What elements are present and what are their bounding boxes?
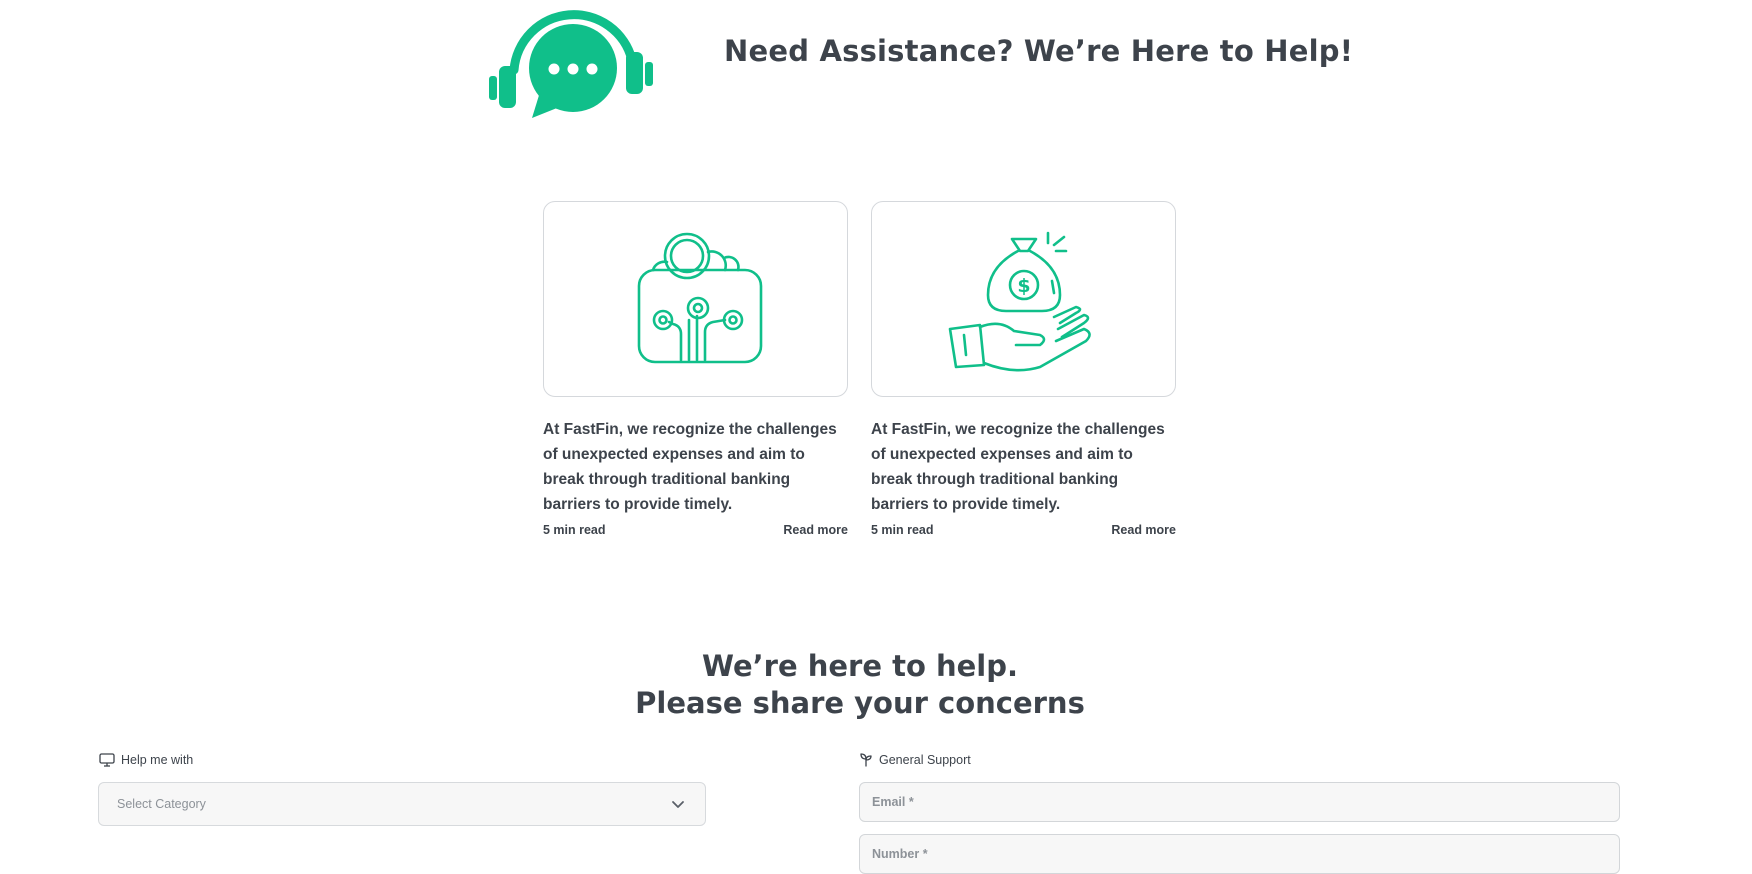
read-more-link[interactable]: Read more	[1111, 523, 1176, 537]
help-me-with-text: Help me with	[121, 753, 194, 767]
chevron-down-icon	[672, 800, 684, 808]
help-me-with-label: Help me with	[99, 753, 193, 767]
section-title-line-2: Please share your concerns	[635, 686, 1085, 720]
read-time: 5 min read	[871, 523, 934, 537]
card-image: $	[871, 201, 1176, 397]
email-field[interactable]	[859, 782, 1620, 822]
section-title: We’re here to help. Please share your co…	[0, 648, 1720, 722]
general-support-label: General Support	[859, 753, 971, 767]
section-title-line-1: We’re here to help.	[702, 649, 1018, 683]
card-description: At FastFin, we recognize the challenges …	[543, 421, 837, 513]
monitor-icon	[99, 753, 115, 767]
general-support-text: General Support	[879, 753, 971, 767]
article-card[interactable]: $ At FastFin, we recognize the challenge…	[871, 201, 1176, 537]
category-select[interactable]: Select Category	[98, 782, 706, 826]
article-card[interactable]: At FastFin, we recognize the challenges …	[543, 201, 848, 537]
read-more-link[interactable]: Read more	[783, 523, 848, 537]
category-select-value: Select Category	[117, 797, 206, 811]
page-title: Need Assistance? We’re Here to Help!	[724, 34, 1354, 68]
digital-wallet-icon	[637, 232, 762, 364]
headset-chat-icon	[488, 0, 658, 118]
card-meta: 5 min read Read more	[543, 523, 848, 537]
card-description: At FastFin, we recognize the challenges …	[871, 421, 1165, 513]
svg-text:$: $	[1017, 275, 1030, 297]
sprout-icon	[860, 753, 872, 767]
number-field[interactable]	[859, 834, 1620, 874]
card-meta: 5 min read Read more	[871, 523, 1176, 537]
card-image	[543, 201, 848, 397]
read-time: 5 min read	[543, 523, 606, 537]
money-bag-hand-icon: $	[948, 231, 1091, 372]
